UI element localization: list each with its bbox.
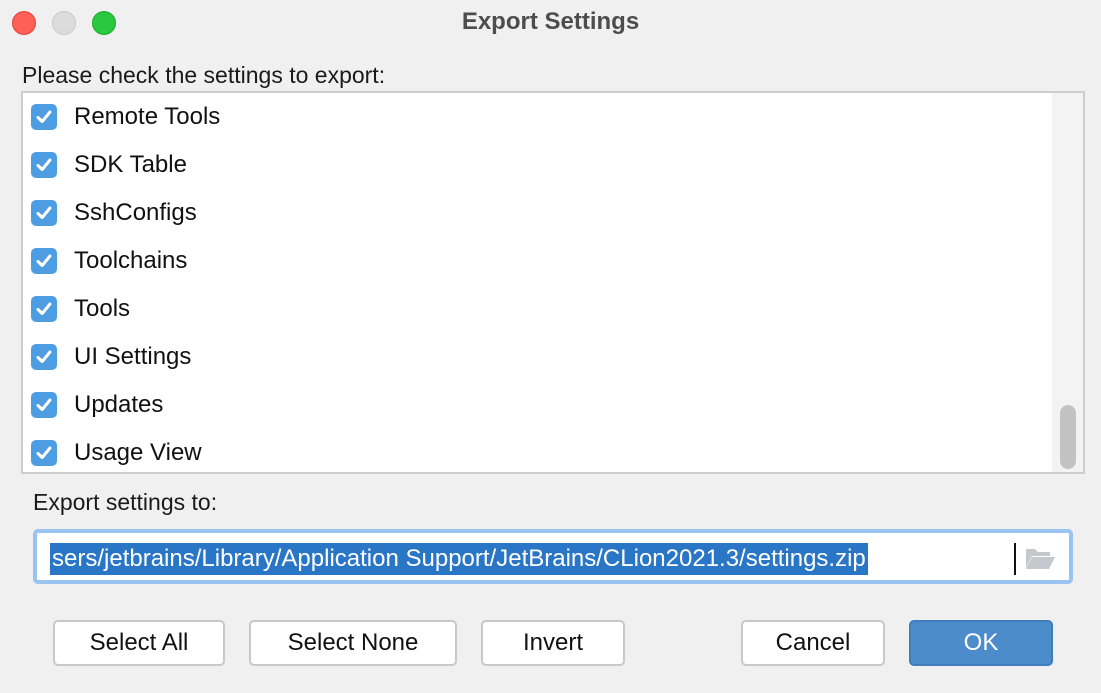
checkmark-icon	[36, 350, 52, 363]
export-path-input[interactable]: sers/jetbrains/Library/Application Suppo…	[33, 529, 1073, 584]
checkmark-icon	[36, 206, 52, 219]
ok-button[interactable]: OK	[909, 620, 1053, 666]
title-bar: Export Settings	[0, 0, 1101, 46]
settings-item-label: SshConfigs	[74, 199, 197, 226]
checkmark-icon	[36, 110, 52, 123]
checkbox-remote-tools[interactable]	[31, 104, 57, 130]
scrollbar-thumb[interactable]	[1060, 405, 1076, 469]
checkbox-updates[interactable]	[31, 392, 57, 418]
invert-button[interactable]: Invert	[481, 620, 625, 666]
folder-open-icon[interactable]	[1024, 545, 1056, 571]
vertical-scrollbar[interactable]	[1052, 93, 1083, 472]
checkmark-icon	[36, 158, 52, 171]
settings-item-label: Remote Tools	[74, 103, 221, 130]
settings-prompt-label: Please check the settings to export:	[22, 62, 386, 88]
settings-item-label: Usage View	[74, 439, 202, 466]
settings-list-items: Remote Tools SDK Table SshConfigs Toolch…	[23, 93, 1052, 472]
text-cursor	[1014, 543, 1016, 575]
checkmark-icon	[36, 446, 52, 459]
settings-item-label: Updates	[74, 391, 164, 418]
settings-item-label: SDK Table	[74, 151, 187, 178]
settings-item-label: Tools	[74, 295, 131, 322]
checkbox-sshconfigs[interactable]	[31, 200, 57, 226]
checkbox-usage-view[interactable]	[31, 440, 57, 466]
cancel-button[interactable]: Cancel	[741, 620, 885, 666]
select-none-button[interactable]: Select None	[249, 620, 457, 666]
window-title: Export Settings	[461, 8, 640, 35]
checkmark-icon	[36, 254, 52, 267]
export-path-label: Export settings to:	[33, 489, 218, 515]
settings-item-label: Toolchains	[74, 247, 188, 274]
checkmark-icon	[36, 302, 52, 315]
export-path-value[interactable]: sers/jetbrains/Library/Application Suppo…	[50, 543, 868, 575]
select-all-button[interactable]: Select All	[53, 620, 225, 666]
checkbox-tools[interactable]	[31, 296, 57, 322]
checkbox-toolchains[interactable]	[31, 248, 57, 274]
settings-item-label: UI Settings	[74, 343, 192, 370]
checkbox-ui-settings[interactable]	[31, 344, 57, 370]
checkbox-sdk-table[interactable]	[31, 152, 57, 178]
settings-list: Remote Tools SDK Table SshConfigs Toolch…	[21, 91, 1085, 474]
checkmark-icon	[36, 398, 52, 411]
